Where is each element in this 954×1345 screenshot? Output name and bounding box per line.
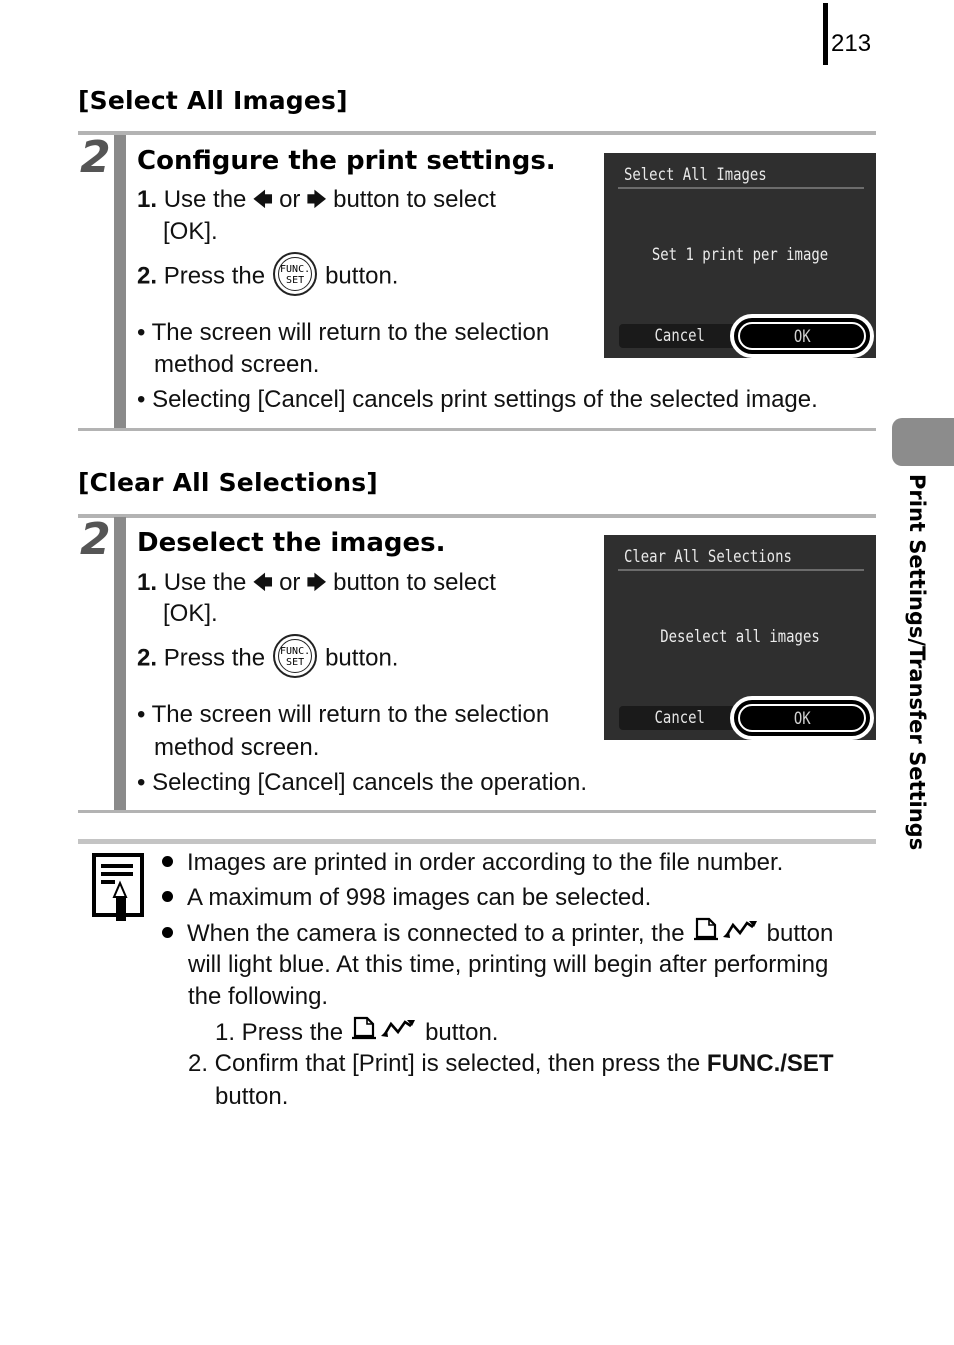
instruction-1-cont: [OK]. bbox=[163, 600, 218, 627]
instruction-text: Press the bbox=[163, 262, 266, 290]
bullet-dot bbox=[162, 856, 173, 867]
func-set-button-icon: FUNC. SET bbox=[273, 252, 318, 296]
bullet-2: • Selecting [Cancel] cancels print setti… bbox=[137, 386, 818, 413]
bullet-1: • The screen will return to the selectio… bbox=[137, 319, 550, 346]
bullet-dot bbox=[162, 891, 173, 902]
section-top-divider bbox=[78, 131, 876, 135]
print-share-icon bbox=[351, 1014, 417, 1049]
instruction-number: 1. bbox=[137, 569, 158, 596]
notes-top-divider bbox=[78, 839, 876, 844]
screen-message: Set 1 print per image bbox=[651, 245, 829, 265]
bullet-1-cont: method screen. bbox=[154, 351, 320, 378]
note-subitem: 1. Press the button. bbox=[215, 1016, 498, 1051]
screen-ok-button[interactable]: OK bbox=[738, 704, 866, 732]
left-arrow-icon: 🡄 bbox=[252, 189, 274, 211]
note-item: Images are printed in order according to… bbox=[162, 847, 783, 879]
camera-screen-clear-all: Clear All Selections Deselect all images… bbox=[604, 535, 876, 740]
note-subitem-cont: button. bbox=[215, 1083, 289, 1110]
right-arrow-icon: 🡆 bbox=[306, 189, 328, 211]
instruction-text: button to select bbox=[333, 569, 496, 596]
screen-cancel-button[interactable]: Cancel bbox=[619, 324, 741, 348]
instruction-text: Use the bbox=[163, 569, 247, 596]
step-number: 2 bbox=[80, 514, 111, 565]
note-item: When the camera is connected to a printe… bbox=[162, 917, 833, 952]
bullet-2: • Selecting [Cancel] cancels the operati… bbox=[137, 769, 588, 796]
step-bar bbox=[114, 135, 126, 430]
instruction-1: 1. Use the 🡄 or 🡆 button to select bbox=[137, 567, 496, 599]
instruction-1-cont: [OK]. bbox=[163, 218, 218, 245]
instruction-text: Press the bbox=[163, 644, 266, 672]
screen-divider bbox=[618, 187, 864, 189]
section-top-divider bbox=[78, 514, 876, 518]
screen-ok-selection-ring: OK bbox=[730, 314, 874, 358]
func-set-button-icon: FUNC. SET bbox=[273, 634, 318, 678]
instruction-text: Use the bbox=[163, 186, 247, 213]
screen-ok-button[interactable]: OK bbox=[738, 322, 866, 350]
screen-title: Select All Images bbox=[624, 165, 767, 185]
screen-divider bbox=[618, 569, 864, 571]
page-number: 213 bbox=[831, 30, 872, 57]
instruction-text: or bbox=[279, 569, 301, 596]
step-number: 2 bbox=[80, 132, 111, 183]
memo-pencil-icon bbox=[92, 853, 144, 923]
section-heading-clear-all: [Clear All Selections] bbox=[78, 468, 378, 497]
chapter-tab bbox=[892, 418, 954, 466]
left-arrow-icon: 🡄 bbox=[252, 572, 274, 594]
instruction-text: button. bbox=[325, 644, 399, 672]
bullet-1-cont: method screen. bbox=[154, 734, 320, 761]
page-marker-bar bbox=[823, 3, 828, 65]
camera-screen-select-all: Select All Images Set 1 print per image … bbox=[604, 153, 876, 358]
screen-ok-selection-ring: OK bbox=[730, 696, 874, 740]
instruction-text: button. bbox=[325, 262, 399, 290]
note-item-cont: will light blue. At this time, printing … bbox=[188, 951, 829, 978]
section-bottom-divider bbox=[78, 428, 876, 431]
step-title: Deselect the images. bbox=[137, 528, 446, 558]
step-title: Configure the print settings. bbox=[137, 146, 556, 176]
instruction-text: or bbox=[279, 186, 301, 213]
instruction-number: 1. bbox=[137, 186, 158, 213]
note-item: A maximum of 998 images can be selected. bbox=[162, 882, 651, 914]
print-share-icon bbox=[693, 915, 759, 950]
step-bar bbox=[114, 517, 126, 812]
instruction-2: 2. Press the FUNC. SET button. bbox=[137, 634, 399, 681]
note-item-cont: the following. bbox=[188, 983, 329, 1010]
screen-title: Clear All Selections bbox=[624, 547, 792, 567]
bullet-1: • The screen will return to the selectio… bbox=[137, 701, 550, 728]
screen-cancel-button[interactable]: Cancel bbox=[619, 706, 741, 730]
section-heading-select-all: [Select All Images] bbox=[78, 86, 348, 115]
instruction-text: button to select bbox=[333, 186, 496, 213]
screen-message: Deselect all images bbox=[660, 627, 820, 647]
section-bottom-divider bbox=[78, 810, 876, 813]
instruction-1: 1. Use the 🡄 or 🡆 button to select bbox=[137, 184, 496, 216]
chapter-tab-label: Print Settings/Transfer Settings bbox=[905, 474, 929, 851]
note-subitem: 2. Confirm that [Print] is selected, the… bbox=[188, 1050, 834, 1077]
right-arrow-icon: 🡆 bbox=[306, 572, 328, 594]
instruction-number: 2. bbox=[137, 644, 158, 672]
instruction-number: 2. bbox=[137, 262, 158, 290]
bullet-dot bbox=[162, 926, 173, 938]
instruction-2: 2. Press the FUNC. SET button. bbox=[137, 252, 399, 299]
